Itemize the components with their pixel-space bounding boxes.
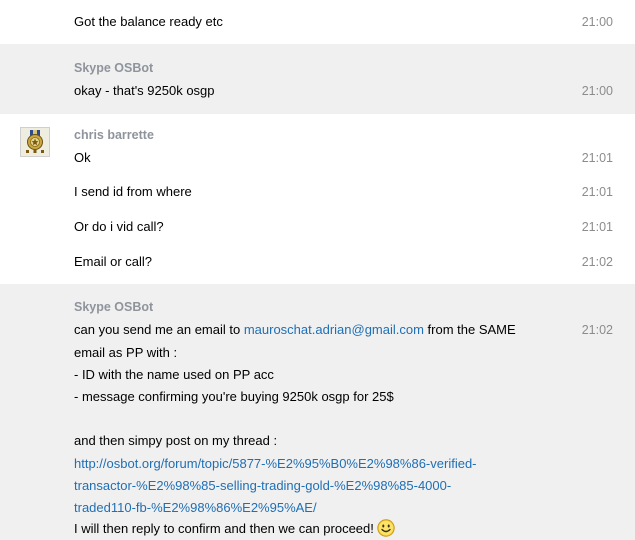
message-group: chris barrette Ok 21:01 I send id from w… bbox=[0, 114, 635, 284]
message-text: I send id from where bbox=[74, 184, 192, 199]
message-line: email as PP with : bbox=[74, 345, 178, 360]
sender-name[interactable]: chris barrette bbox=[74, 125, 154, 145]
message-text: from the SAME bbox=[423, 322, 516, 337]
message-row[interactable]: I send id from where 21:01 bbox=[0, 182, 635, 202]
message-time: 21:02 bbox=[581, 255, 613, 269]
message-text: Or do i vid call? bbox=[74, 219, 164, 234]
message-line: - message confirming you're buying 9250k… bbox=[74, 389, 394, 404]
message-line: - ID with the name used on PP acc bbox=[74, 367, 274, 382]
message-time: 21:00 bbox=[581, 15, 613, 29]
thread-link[interactable]: transactor-%E2%98%85-selling-trading-gol… bbox=[74, 476, 451, 496]
message-line: can you send me an email to mauroschat.a… bbox=[74, 320, 516, 340]
smiley-emoji-icon bbox=[377, 519, 395, 540]
message-group: Got the balance ready etc 21:00 bbox=[0, 0, 635, 44]
sender-name[interactable]: Skype OSBot bbox=[74, 58, 153, 78]
message-group: Skype OSBot okay - that's 9250k osgp 21:… bbox=[0, 44, 635, 114]
sender-name[interactable]: Skype OSBot bbox=[74, 297, 153, 317]
message-time: 21:00 bbox=[581, 84, 613, 98]
message-text: can you send me an email to bbox=[74, 322, 244, 337]
message-text: I will then reply to confirm and then we… bbox=[74, 521, 374, 536]
message-text: okay - that's 9250k osgp bbox=[74, 83, 215, 98]
thread-link[interactable]: traded110-fb-%E2%98%86%E2%95%AE/ bbox=[74, 498, 317, 518]
email-link[interactable]: mauroschat.adrian@gmail.com bbox=[244, 322, 424, 337]
message-row[interactable]: Or do i vid call? 21:01 bbox=[0, 217, 635, 237]
message-line: I will then reply to confirm and then we… bbox=[74, 519, 395, 540]
message-text: Got the balance ready etc bbox=[74, 14, 223, 29]
message-row[interactable]: Ok 21:01 bbox=[0, 148, 635, 168]
message-row[interactable]: Email or call? 21:02 bbox=[0, 252, 635, 272]
message-group: Skype OSBot 21:02 can you send me an ema… bbox=[0, 284, 635, 540]
medal-avatar-icon[interactable] bbox=[20, 127, 50, 157]
message-time: 21:02 bbox=[581, 323, 613, 337]
thread-link[interactable]: http://osbot.org/forum/topic/5877-%E2%95… bbox=[74, 454, 477, 474]
message-time: 21:01 bbox=[581, 185, 613, 199]
message-text: Ok bbox=[74, 150, 91, 165]
message-line: and then simpy post on my thread : bbox=[74, 433, 278, 448]
message-time: 21:01 bbox=[581, 151, 613, 165]
chat-history: Got the balance ready etc 21:00 Skype OS… bbox=[0, 0, 635, 540]
message-time: 21:01 bbox=[581, 220, 613, 234]
message-row[interactable]: Got the balance ready etc 21:00 bbox=[0, 12, 635, 32]
message-text: Email or call? bbox=[74, 254, 153, 269]
message-row[interactable]: okay - that's 9250k osgp 21:00 bbox=[0, 81, 635, 101]
